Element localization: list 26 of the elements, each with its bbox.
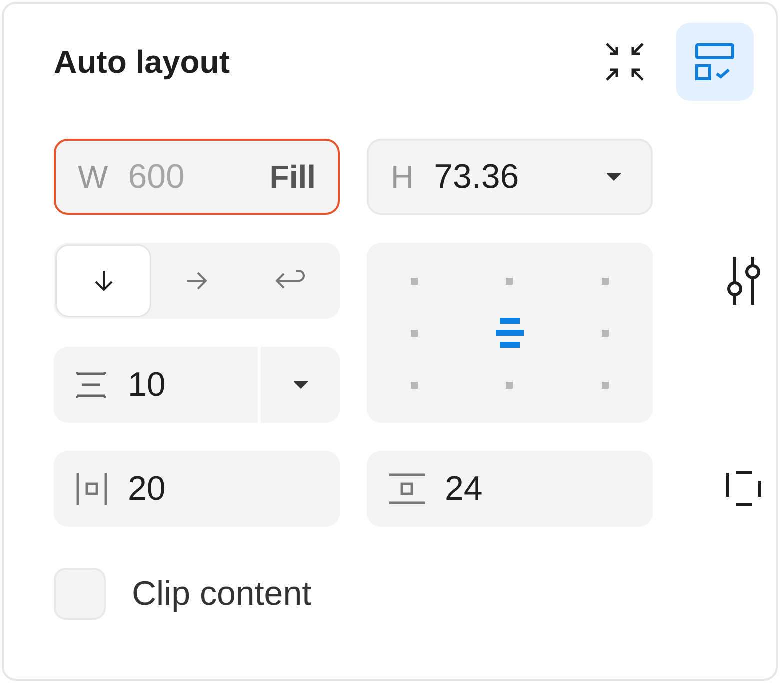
layout-toggle-button[interactable] xyxy=(676,23,754,101)
checkbox-label: Clip content xyxy=(132,574,312,614)
field-value: 600 xyxy=(128,158,185,196)
individual-padding-icon[interactable] xyxy=(726,471,762,507)
spacing-icon xyxy=(76,371,106,399)
collapse-arrows-icon[interactable] xyxy=(604,41,646,83)
height-field[interactable]: H 73.36 xyxy=(367,139,653,215)
horizontal-padding-icon xyxy=(76,473,108,505)
chevron-icon xyxy=(294,380,308,390)
direction-button[interactable] xyxy=(57,246,150,316)
chevron-icon xyxy=(607,172,621,182)
field-label: W xyxy=(78,158,108,196)
vertical-padding-field[interactable]: 24 xyxy=(367,451,653,527)
center-align-icon xyxy=(496,318,524,348)
gap-field[interactable]: 10 xyxy=(54,347,340,423)
fill-mode-label: Fill xyxy=(270,158,316,196)
layout-check-icon xyxy=(695,43,735,81)
field-value: 10 xyxy=(128,366,166,404)
panel-title: Auto layout xyxy=(54,44,231,80)
vertical-padding-icon xyxy=(389,473,425,505)
field-value: 73.36 xyxy=(434,158,520,196)
field-label: H xyxy=(391,158,414,196)
field-value: 24 xyxy=(445,470,483,508)
width-field[interactable]: W 600 Fill xyxy=(54,139,340,215)
horizontal-padding-field[interactable]: 20 xyxy=(54,451,340,527)
field-value: 20 xyxy=(128,470,166,508)
